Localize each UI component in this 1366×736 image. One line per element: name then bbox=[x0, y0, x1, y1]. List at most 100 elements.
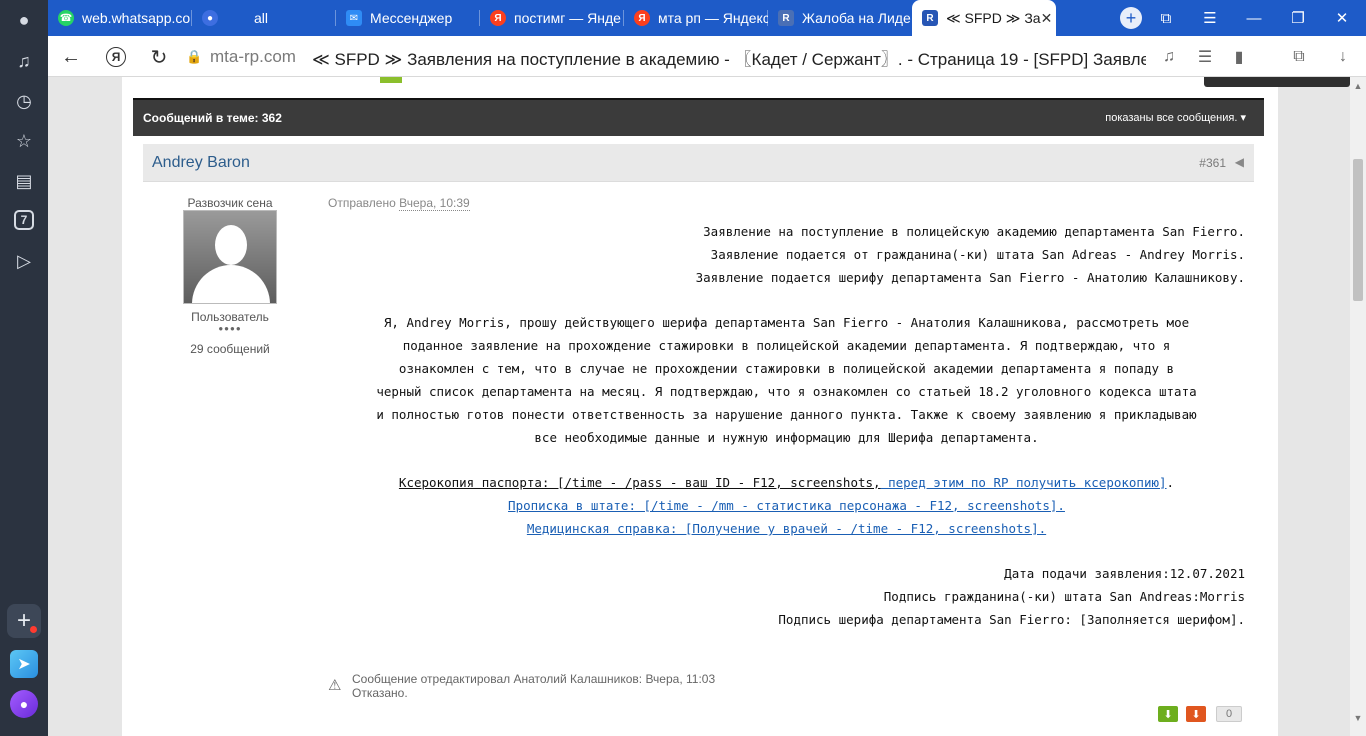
registration-line: Прописка в штате: [/time - /mm - статист… bbox=[328, 498, 1245, 514]
chevron-down-icon: ▾ bbox=[1240, 112, 1246, 124]
restore-icon[interactable]: ❐ bbox=[1276, 0, 1320, 36]
alice-app-icon[interactable]: ● bbox=[10, 690, 38, 718]
yandex-icon: Я bbox=[490, 10, 506, 26]
user-message-count: 29 сообщений bbox=[190, 342, 270, 356]
tab-title: Мессенджер bbox=[370, 10, 453, 26]
tab-whatsapp[interactable]: ☎ web.whatsapp.co bbox=[48, 0, 192, 36]
paragraph-line: поданное заявление на прохождение стажир… bbox=[402, 338, 1171, 353]
tab-sfpd[interactable]: R ≪ SFPD ≫ За ✕ bbox=[912, 0, 1056, 36]
page-indicator[interactable] bbox=[380, 77, 402, 83]
medical-line: Медицинская справка: [Получение у врачей… bbox=[328, 521, 1245, 537]
forum-icon: R bbox=[922, 10, 938, 26]
downvote-button[interactable]: ⬇ bbox=[1186, 706, 1206, 722]
bookmark-icon[interactable]: ▮ bbox=[1228, 46, 1250, 68]
scroll-up-icon[interactable]: ▲ bbox=[1353, 81, 1363, 91]
user-rank: Развозчик сена bbox=[187, 196, 273, 210]
passport-text: Ксерокопия паспорта: [/time - /pass - ва… bbox=[398, 475, 881, 490]
menu-icon[interactable]: ☰ bbox=[1188, 0, 1232, 36]
notification-dot bbox=[30, 626, 37, 633]
tab-messenger[interactable]: ✉ Мессенджер bbox=[336, 0, 480, 36]
star-icon[interactable]: ☆ bbox=[12, 129, 36, 153]
post-number[interactable]: #361 bbox=[1199, 156, 1226, 170]
address-field[interactable]: 🔒 mta-rp.com ≪ SFPD ≫ Заявления на посту… bbox=[186, 41, 1146, 73]
tab-complaint[interactable]: R Жалоба на Лиде bbox=[768, 0, 912, 36]
tab-title: постимг — Янде bbox=[514, 10, 621, 26]
edit-status: Отказано. bbox=[352, 686, 408, 700]
reader-mode-icon[interactable]: ☰ bbox=[1194, 46, 1216, 68]
messenger-app-icon[interactable]: ➤ bbox=[10, 650, 38, 678]
paragraph-line: и полностью готов понести ответственност… bbox=[376, 407, 1197, 422]
paragraph-line: Я, Andrey Morris, прошу действующего шер… bbox=[383, 315, 1190, 330]
paragraph-line: ознакомлен с тем, что в случае не прохож… bbox=[398, 361, 1175, 376]
thread-info-bar: Сообщений в теме: 362 показаны все сообщ… bbox=[133, 98, 1264, 136]
passport-line: Ксерокопия паспорта: [/time - /pass - ва… bbox=[328, 475, 1245, 491]
user-role: Пользователь bbox=[191, 310, 269, 324]
url-domain: mta-rp.com bbox=[210, 47, 296, 66]
paragraph-line: черный список департамента на месяц. Я п… bbox=[376, 384, 1197, 399]
tab-all[interactable]: ● all bbox=[192, 0, 336, 36]
registration-link[interactable]: Прописка в штате: [/time - /mm - статист… bbox=[508, 498, 1065, 513]
passport-link[interactable]: перед этим по RP получить ксерокопию] bbox=[881, 475, 1166, 490]
message-filter-dropdown[interactable]: показаны все сообщения. ▾ bbox=[1105, 111, 1246, 124]
scroll-down-icon[interactable]: ▼ bbox=[1353, 713, 1363, 723]
messenger-icon: ✉ bbox=[346, 10, 362, 26]
close-tab-icon[interactable]: ✕ bbox=[1041, 10, 1053, 27]
avatar[interactable] bbox=[183, 210, 277, 304]
tab-strip: ☎ web.whatsapp.co ● all ✉ Мессенджер Я п… bbox=[48, 0, 1366, 36]
tab-mta-search[interactable]: Я мта рп — Яндекс bbox=[624, 0, 768, 36]
post-author[interactable]: Andrey Baron bbox=[152, 154, 250, 172]
scrollbar-thumb[interactable] bbox=[1353, 159, 1363, 301]
post-meta: Отправлено Вчера, 10:39 bbox=[328, 196, 470, 211]
address-bar-row: ← Я ↻ 🔒 mta-rp.com ≪ SFPD ≫ Заявления на… bbox=[48, 36, 1366, 77]
post-header: Andrey Baron #361 ◀ bbox=[143, 144, 1254, 182]
collections-icon[interactable]: ▤ bbox=[12, 169, 36, 193]
header-line: Заявление на поступление в полицейскую а… bbox=[703, 224, 1245, 239]
play-icon[interactable]: ▷ bbox=[12, 249, 36, 273]
add-panel-button[interactable]: + bbox=[7, 604, 41, 638]
upvote-button[interactable]: ⬇ bbox=[1158, 706, 1178, 722]
extensions-icon[interactable]: ⧉ bbox=[1288, 46, 1310, 68]
forum-icon: R bbox=[778, 10, 794, 26]
paragraph-line: все необходимые данные и нужную информац… bbox=[534, 430, 1039, 445]
page-content: Сообщений в теме: 362 показаны все сообщ… bbox=[48, 77, 1350, 736]
profile-icon[interactable]: ● bbox=[12, 8, 36, 32]
forum-post: Andrey Baron #361 ◀ Развозчик сена Польз… bbox=[143, 144, 1254, 736]
edit-note: ⚠ Сообщение отредактировал Анатолий Кала… bbox=[328, 672, 715, 700]
bell-icon[interactable]: ♫ bbox=[12, 49, 36, 73]
header-line: Заявление подается от гражданина(-ки) шт… bbox=[710, 247, 1245, 262]
warning-icon: ⚠ bbox=[328, 677, 342, 694]
tab-manager-icon[interactable]: ⧉ bbox=[1144, 0, 1188, 36]
tabs-count-icon[interactable]: 7 bbox=[14, 210, 34, 230]
headphones-icon[interactable]: ♫ bbox=[1158, 46, 1180, 68]
close-window-icon[interactable]: ✕ bbox=[1320, 0, 1364, 36]
rating-count: 0 bbox=[1216, 706, 1242, 722]
top-pagination-strip bbox=[134, 77, 1350, 97]
tab-title: Жалоба на Лиде bbox=[802, 10, 911, 26]
browser-sidebar: ● ♫ ◷ ☆ ▤ 7 ▷ + ➤ ● bbox=[0, 0, 48, 736]
reply-button[interactable] bbox=[1204, 77, 1350, 87]
passport-end: . bbox=[1166, 475, 1175, 490]
share-icon[interactable]: ◀ bbox=[1235, 155, 1244, 169]
filter-label: показаны все сообщения. bbox=[1105, 112, 1238, 124]
whatsapp-icon: ☎ bbox=[58, 10, 74, 26]
citizen-signature: Подпись гражданина(-ки) штата San Andrea… bbox=[883, 589, 1245, 604]
tab-postimg[interactable]: Я постимг — Янде bbox=[480, 0, 624, 36]
post-time[interactable]: Вчера, 10:39 bbox=[399, 196, 470, 211]
reload-icon[interactable]: ↻ bbox=[146, 44, 172, 70]
lock-icon[interactable]: 🔒 bbox=[186, 49, 202, 65]
minimize-icon[interactable]: — bbox=[1232, 0, 1276, 36]
history-icon[interactable]: ◷ bbox=[12, 89, 36, 113]
tab-title: мта рп — Яндекс bbox=[658, 10, 768, 26]
page-title: ≪ SFPD ≫ Заявления на поступление в акад… bbox=[311, 49, 1146, 69]
back-icon[interactable]: ← bbox=[58, 44, 84, 70]
yandex-icon: Я bbox=[634, 10, 650, 26]
new-tab-button[interactable]: + bbox=[1120, 7, 1142, 29]
medical-link[interactable]: Медицинская справка: [Получение у врачей… bbox=[527, 521, 1046, 536]
sheriff-signature: Подпись шерифа департамента San Fierro: … bbox=[778, 612, 1245, 627]
download-icon[interactable]: ↓ bbox=[1332, 46, 1354, 68]
messages-count: Сообщений в теме: 362 bbox=[143, 111, 282, 125]
tab-title: all bbox=[254, 10, 269, 26]
tab-title: web.whatsapp.co bbox=[82, 10, 191, 26]
yandex-logo-icon[interactable]: Я bbox=[106, 47, 126, 67]
page-scrollbar[interactable]: ▲ ▼ bbox=[1350, 77, 1366, 736]
